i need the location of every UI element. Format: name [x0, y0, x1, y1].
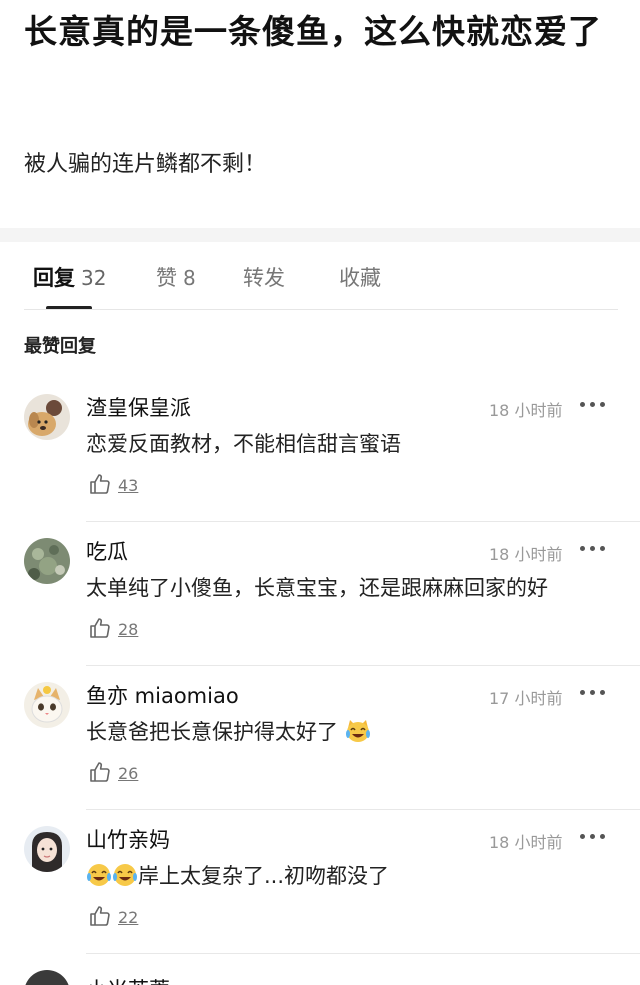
- comment-time: 18 小时前: [489, 833, 563, 852]
- comment-item: 山竹亲妈 18 小时前 岸上太复杂了...初吻都没了 22: [0, 810, 640, 954]
- tab-likes-label: 赞: [156, 266, 177, 290]
- comment-text: 岸上太复杂了...初吻都没了: [86, 860, 389, 890]
- tab-likes[interactable]: 赞8: [156, 262, 196, 292]
- tab-likes-count: 8: [183, 266, 196, 290]
- comment-text-content: 长意爸把长意保护得太好了: [86, 720, 338, 744]
- section-gap: [0, 228, 640, 242]
- plant-avatar[interactable]: [24, 538, 70, 584]
- more-options-icon[interactable]: [580, 540, 608, 556]
- like-count: 22: [118, 908, 139, 927]
- tab-bar: 回复 32 赞8 转发 收藏: [0, 242, 640, 310]
- tears-of-joy-emoji: [113, 864, 137, 886]
- girl-avatar[interactable]: [24, 826, 70, 872]
- thumbs-up-icon: [90, 474, 110, 494]
- more-options-icon[interactable]: [580, 396, 608, 412]
- post-body: 被人骗的连片鳞都不剩！: [24, 152, 267, 177]
- comment-text-content: 岸上太复杂了...初吻都没了: [138, 864, 390, 888]
- like-count: 28: [118, 620, 139, 639]
- thumbs-up-icon: [90, 762, 110, 782]
- comment-username[interactable]: 鱼亦 miaomiao: [86, 680, 239, 710]
- dog-avatar[interactable]: [24, 394, 70, 440]
- like-count: 26: [118, 764, 139, 783]
- post-title: 长意真的是一条傻鱼，这么快就恋爱了: [24, 12, 602, 51]
- comment-item: 吃瓜 18 小时前 太单纯了小傻鱼，长意宝宝，还是跟麻麻回家的好 28: [0, 522, 640, 666]
- comment-text: 长意爸把长意保护得太好了: [86, 716, 371, 746]
- comment-item: 渣皇保皇派 18 小时前 恋爱反面教材，不能相信甜言蜜语 43: [0, 378, 640, 522]
- user-avatar[interactable]: [24, 970, 70, 985]
- more-options-icon[interactable]: [580, 828, 608, 844]
- comment-time: 18 小时前: [489, 401, 563, 420]
- comment-time: 18 小时前: [489, 545, 563, 564]
- section-label: 最赞回复: [24, 336, 96, 357]
- like-count: 43: [118, 476, 139, 495]
- comment-item-partial: 小米芙蓉: [0, 954, 640, 985]
- tab-favorites-label: 收藏: [339, 266, 381, 290]
- thumbs-up-icon: [90, 618, 110, 638]
- tab-replies-label: 回复: [33, 266, 75, 290]
- tab-favorites[interactable]: 收藏: [339, 262, 381, 292]
- thumbs-up-icon: [90, 906, 110, 926]
- comment-username[interactable]: 小米芙蓉: [86, 974, 170, 985]
- tab-replies-count: 32: [81, 266, 107, 290]
- comment-item: 鱼亦 miaomiao 17 小时前 长意爸把长意保护得太好了 26: [0, 666, 640, 810]
- comment-username[interactable]: 渣皇保皇派: [86, 392, 191, 422]
- tab-reposts-label: 转发: [243, 266, 285, 290]
- tab-replies[interactable]: 回复 32: [33, 262, 106, 292]
- comment-time: 17 小时前: [489, 689, 563, 708]
- comment-text: 太单纯了小傻鱼，长意宝宝，还是跟麻麻回家的好: [86, 576, 548, 600]
- comment-username[interactable]: 吃瓜: [86, 536, 128, 566]
- tab-reposts[interactable]: 转发: [243, 262, 285, 292]
- comment-text: 恋爱反面教材，不能相信甜言蜜语: [86, 432, 401, 456]
- more-options-icon[interactable]: [580, 684, 608, 700]
- tears-of-joy-emoji: [87, 864, 111, 886]
- cat-avatar[interactable]: [24, 682, 70, 728]
- crying-laughing-cat-emoji: [345, 720, 370, 742]
- tabs-divider: [24, 309, 618, 310]
- comment-username[interactable]: 山竹亲妈: [86, 824, 170, 854]
